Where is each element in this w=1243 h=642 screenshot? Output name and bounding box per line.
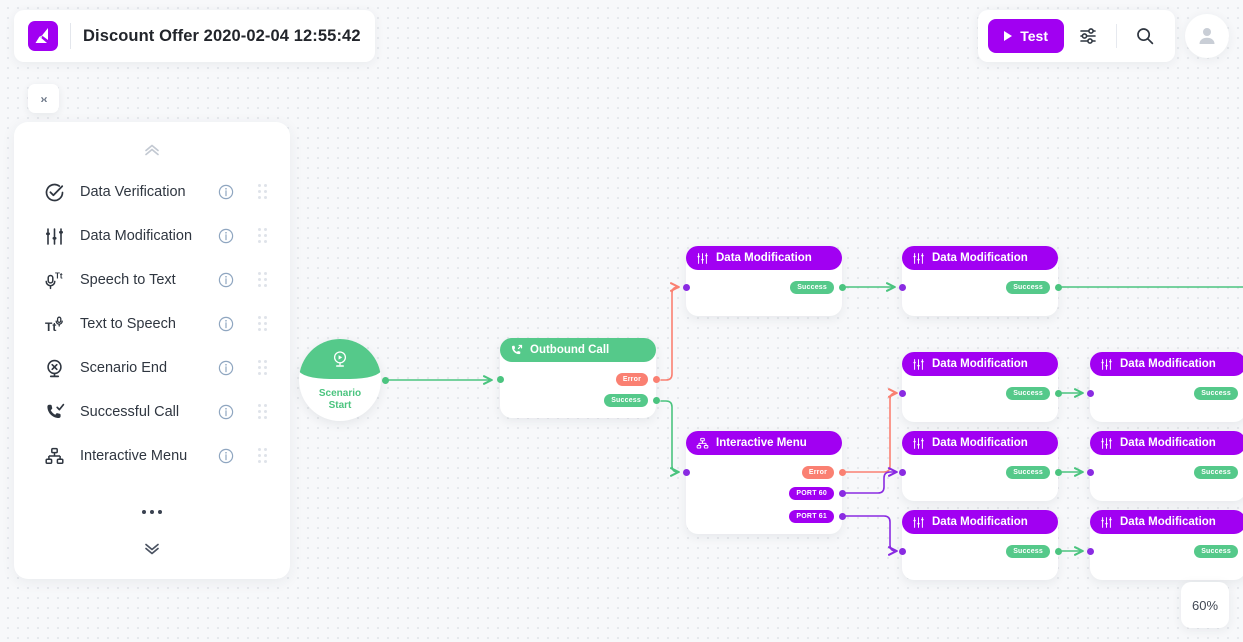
node-data-modification-6[interactable]: Data Modification Success <box>1087 352 1243 422</box>
sliders-icon <box>1101 516 1112 528</box>
port-dot[interactable] <box>839 513 846 520</box>
node-data-modification-5[interactable]: Data Modification Success <box>899 510 1062 580</box>
node-input-port[interactable] <box>683 469 690 476</box>
port-badge-label: Success <box>1006 387 1050 400</box>
node-header: Data Modification <box>902 510 1058 534</box>
zoom-level-value: 60% <box>1191 597 1219 613</box>
port-badge-label: Error <box>615 373 648 386</box>
node-header: Data Modification <box>1090 431 1243 455</box>
node-scenario-start[interactable]: Scenario Start <box>299 339 381 421</box>
node-input-port[interactable] <box>899 390 906 397</box>
node-header: Data Modification <box>1090 352 1243 376</box>
output-port-success[interactable]: Success <box>1006 466 1062 479</box>
start-label-line1: Scenario <box>318 387 362 399</box>
node-header: Data Modification <box>686 246 842 270</box>
port-dot[interactable] <box>1055 284 1062 291</box>
output-port-success[interactable]: Success <box>1006 387 1062 400</box>
node-header: Outbound Call <box>500 338 656 362</box>
phone-outgoing-icon <box>511 344 523 354</box>
port-badge-label: PORT 60 <box>789 487 834 500</box>
node-header: Data Modification <box>902 352 1058 376</box>
node-header: Interactive Menu <box>686 431 842 455</box>
node-data-modification-2[interactable]: Data Modification Success <box>899 246 1062 316</box>
node-input-port[interactable] <box>683 284 690 291</box>
node-input-port[interactable] <box>899 284 906 291</box>
node-input-port[interactable] <box>1087 548 1094 555</box>
node-data-modification-4[interactable]: Data Modification Success <box>899 431 1062 501</box>
node-title: Interactive Menu <box>716 437 807 449</box>
port-badge-label: Success <box>1006 281 1050 294</box>
start-node-header <box>299 339 381 379</box>
port-dot[interactable] <box>839 469 846 476</box>
port-badge-label: Success <box>1194 545 1238 558</box>
node-title: Data Modification <box>1120 516 1216 528</box>
port-badge-label: Success <box>1006 466 1050 479</box>
output-port-success[interactable]: Success <box>604 394 660 407</box>
port-dot[interactable] <box>1055 390 1062 397</box>
port-dot[interactable] <box>653 397 660 404</box>
node-input-port[interactable] <box>497 376 504 383</box>
output-port-success[interactable]: Success <box>790 281 846 294</box>
node-title: Data Modification <box>932 252 1028 264</box>
sliders-icon <box>913 358 924 370</box>
output-port-error[interactable]: Error <box>801 466 846 479</box>
play-circle-icon <box>333 351 347 367</box>
port-badge-label: Success <box>1194 387 1238 400</box>
sliders-icon <box>913 437 924 449</box>
port-dot[interactable] <box>653 376 660 383</box>
node-title: Data Modification <box>932 516 1028 528</box>
node-title: Data Modification <box>932 437 1028 449</box>
port-badge-label: Error <box>801 466 834 479</box>
node-title: Data Modification <box>716 252 812 264</box>
node-header: Data Modification <box>902 246 1058 270</box>
port-badge-label: Success <box>1194 466 1238 479</box>
node-input-port[interactable] <box>899 469 906 476</box>
node-input-port[interactable] <box>899 548 906 555</box>
node-data-modification-8[interactable]: Data Modification Success <box>1087 510 1243 580</box>
output-port-60[interactable]: PORT 60 <box>789 487 846 500</box>
port-badge-label: Success <box>1006 545 1050 558</box>
port-badge-label: Success <box>790 281 834 294</box>
output-port-success[interactable]: Success <box>1194 466 1243 479</box>
node-data-modification-7[interactable]: Data Modification Success <box>1087 431 1243 501</box>
sliders-icon <box>913 516 924 528</box>
node-input-port[interactable] <box>1087 469 1094 476</box>
node-header: Data Modification <box>1090 510 1243 534</box>
start-node-label: Scenario Start <box>299 379 381 421</box>
sliders-icon <box>1101 358 1112 370</box>
start-output-port[interactable] <box>382 377 389 384</box>
start-label-line2: Start <box>328 400 352 411</box>
node-title: Data Modification <box>932 358 1028 370</box>
output-port-success[interactable]: Success <box>1006 281 1062 294</box>
port-dot[interactable] <box>1055 469 1062 476</box>
flow-canvas[interactable]: Scenario Start Outbound Call Error Succe… <box>0 0 1243 642</box>
node-header: Data Modification <box>902 431 1058 455</box>
port-dot[interactable] <box>839 284 846 291</box>
sliders-icon <box>913 252 924 264</box>
zoom-level-indicator[interactable]: 60% <box>1181 582 1229 628</box>
node-input-port[interactable] <box>1087 390 1094 397</box>
sliders-icon <box>1101 437 1112 449</box>
output-port-success[interactable]: Success <box>1194 387 1243 400</box>
sitemap-icon <box>696 437 709 449</box>
node-interactive-menu[interactable]: Interactive Menu Error PORT 60 PORT 61 <box>683 431 846 534</box>
port-dot[interactable] <box>839 490 846 497</box>
port-badge-label: PORT 61 <box>789 510 834 523</box>
node-data-modification-3[interactable]: Data Modification Success <box>899 352 1062 422</box>
node-outbound-call[interactable]: Outbound Call Error Success <box>497 338 660 418</box>
port-dot[interactable] <box>1055 548 1062 555</box>
output-port-success[interactable]: Success <box>1194 545 1243 558</box>
output-port-success[interactable]: Success <box>1006 545 1062 558</box>
sliders-icon <box>697 252 708 264</box>
node-title: Data Modification <box>1120 358 1216 370</box>
node-data-modification-1[interactable]: Data Modification Success <box>683 246 846 316</box>
port-badge-label: Success <box>604 394 648 407</box>
node-title: Data Modification <box>1120 437 1216 449</box>
node-title: Outbound Call <box>530 344 610 356</box>
output-port-61[interactable]: PORT 61 <box>789 510 846 523</box>
output-port-error[interactable]: Error <box>615 373 660 386</box>
